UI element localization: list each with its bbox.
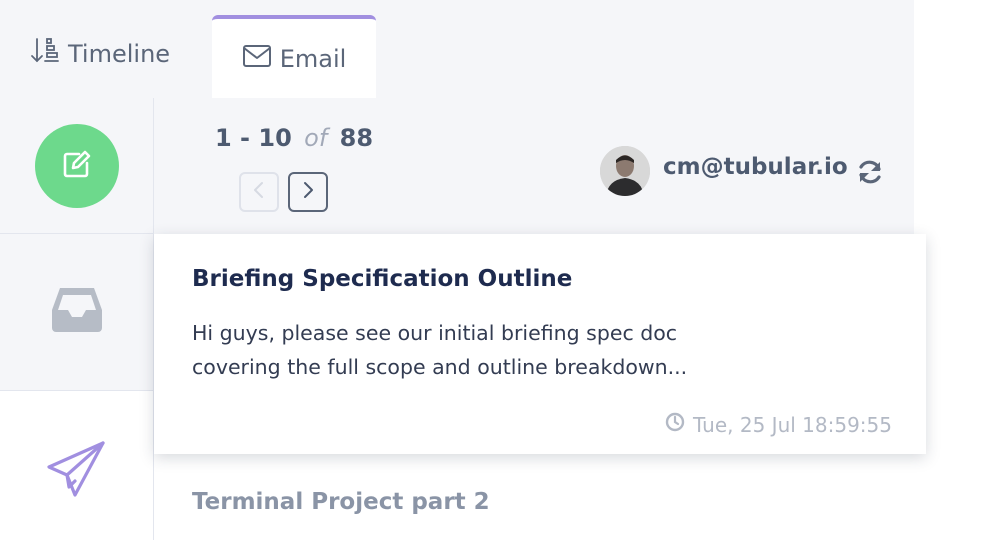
email-preview: Hi guys, please see our initial briefing… — [192, 316, 752, 384]
pagination-summary: 1 - 10 of 88 — [215, 124, 373, 152]
paper-plane-icon — [45, 437, 109, 505]
sidebar-item-sent[interactable] — [0, 391, 153, 540]
previous-page-button[interactable] — [239, 172, 279, 212]
chevron-right-icon — [301, 181, 315, 203]
inbox-tray-icon — [50, 286, 104, 338]
pagination-range: 1 - 10 — [215, 124, 292, 152]
email-subject[interactable]: Terminal Project part 2 — [192, 489, 490, 515]
tab-timeline[interactable]: Timeline — [30, 0, 190, 108]
email-timestamp: Tue, 25 Jul 18:59:55 — [665, 412, 892, 437]
avatar[interactable] — [600, 146, 650, 196]
mailbox-header: 1 - 10 of 88 cm@tubular.io — [154, 98, 914, 234]
compose-icon — [59, 146, 95, 186]
list-item[interactable]: Briefing Specification Outline Hi guys, … — [154, 234, 926, 454]
pagination-total: 88 — [339, 124, 374, 152]
sidebar — [0, 98, 154, 540]
tab-timeline-label: Timeline — [68, 40, 171, 68]
account-email: cm@tubular.io — [663, 154, 848, 180]
page-background — [914, 0, 1000, 540]
email-preview-line: covering the full scope and outline brea… — [192, 355, 688, 379]
chevron-left-icon — [252, 181, 266, 203]
compose-button[interactable] — [34, 123, 119, 208]
pagination-of: of — [304, 124, 328, 152]
clock-icon — [665, 412, 685, 437]
refresh-icon[interactable] — [856, 158, 884, 186]
next-page-button[interactable] — [288, 172, 328, 212]
email-time-text: Tue, 25 Jul 18:59:55 — [693, 412, 892, 437]
email-preview-line: Hi guys, please see our initial briefing… — [192, 321, 678, 345]
tab-email[interactable]: Email — [212, 15, 376, 98]
sidebar-item-compose — [0, 98, 153, 234]
sort-descending-icon — [30, 36, 60, 72]
email-subject: Briefing Specification Outline — [192, 266, 573, 292]
envelope-icon — [242, 44, 272, 74]
sidebar-item-inbox[interactable] — [0, 234, 153, 391]
tab-email-label: Email — [279, 44, 347, 73]
